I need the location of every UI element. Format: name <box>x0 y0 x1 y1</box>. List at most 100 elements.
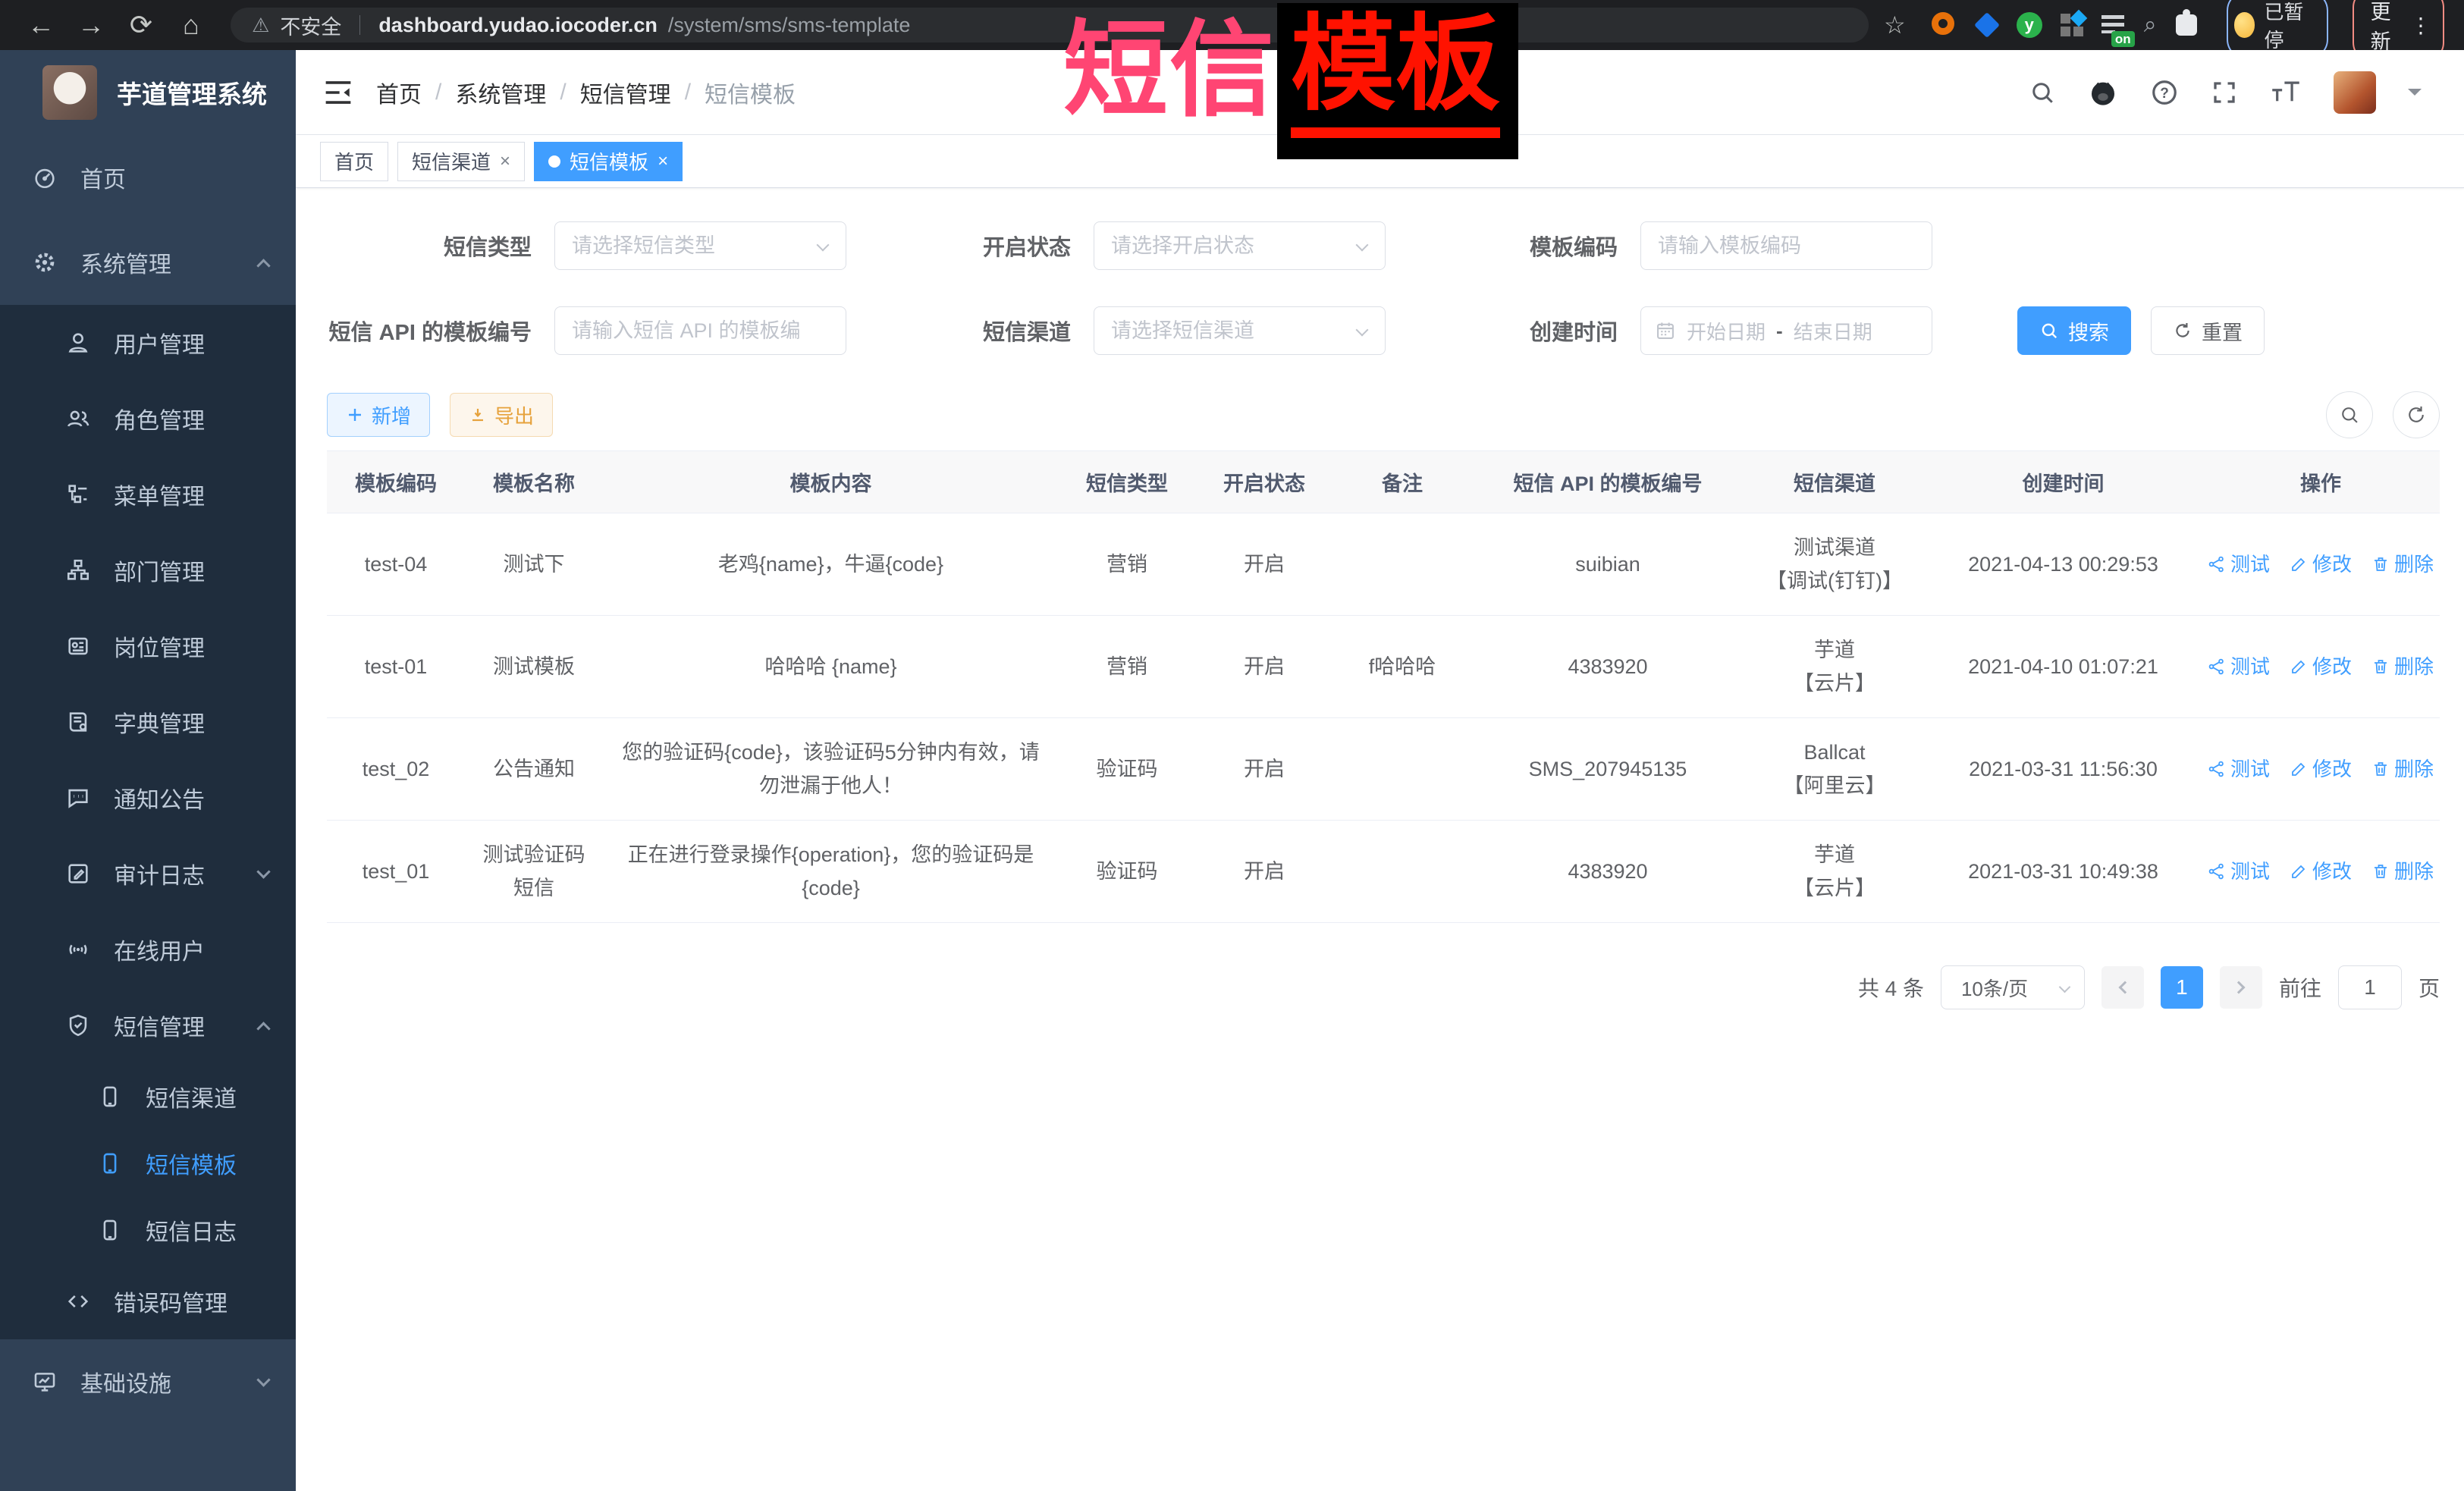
show-search-button[interactable] <box>2326 391 2373 438</box>
help-icon[interactable]: ? <box>2150 78 2179 107</box>
table-header-row: 模板编码 模板名称 模板内容 短信类型 开启状态 备注 短信 API 的模板编号… <box>327 451 2440 513</box>
channel-select[interactable] <box>1094 306 1386 355</box>
sidebar-item-home[interactable]: 首页 <box>0 135 296 220</box>
sidebar-item-posts[interactable]: 岗位管理 <box>0 608 296 684</box>
browser-toolbar: ← → ⟳ ⌂ ⚠ 不安全 dashboard.yudao.iocoder.cn… <box>0 0 2464 50</box>
total-count: 共 4 条 <box>1858 972 1924 1003</box>
sidebar-item-error-code[interactable]: 错误码管理 <box>0 1263 296 1339</box>
refresh-table-button[interactable] <box>2393 391 2440 438</box>
sidebar-item-infrastructure[interactable]: 基础设施 <box>0 1339 296 1424</box>
edit-link[interactable]: 修改 <box>2290 548 2352 581</box>
trash-icon <box>2371 555 2390 573</box>
breadcrumb-item[interactable]: 短信管理 <box>580 76 671 109</box>
sidebar-item-audit-log[interactable]: 审计日志 <box>0 836 296 912</box>
extension-list-icon[interactable]: on <box>2101 12 2127 38</box>
user-avatar[interactable] <box>2334 71 2376 114</box>
page-size-select[interactable]: 10条/页 <box>1941 965 2085 1009</box>
delete-link[interactable]: 删除 <box>2371 752 2434 786</box>
sidebar-collapse-icon[interactable] <box>323 79 353 106</box>
browser-menu-icon[interactable]: ⋮ <box>2410 13 2432 38</box>
current-page-button[interactable]: 1 <box>2161 966 2203 1009</box>
delete-link[interactable]: 删除 <box>2371 650 2434 683</box>
gear-icon <box>32 250 58 275</box>
font-size-icon[interactable] <box>2270 79 2302 106</box>
browser-back-icon[interactable]: ← <box>20 11 62 39</box>
sidebar-item-departments[interactable]: 部门管理 <box>0 532 296 608</box>
edit-icon <box>2290 658 2308 676</box>
export-button[interactable]: 导出 <box>450 393 553 437</box>
extension-icons: y on ⌕ <box>1932 12 2199 38</box>
chevron-right-icon <box>2232 981 2245 994</box>
sidebar-logo[interactable]: 芋道管理系统 <box>0 50 296 135</box>
sidebar-item-notice[interactable]: 通知公告 <box>0 760 296 836</box>
avatar-caret-icon[interactable] <box>2408 89 2422 102</box>
reset-button[interactable]: 重置 <box>2151 306 2265 355</box>
extension-puzzle-icon[interactable] <box>2174 12 2199 38</box>
github-icon[interactable] <box>2088 77 2118 108</box>
edit-link[interactable]: 修改 <box>2290 855 2352 888</box>
goto-page-input[interactable] <box>2338 965 2402 1009</box>
sidebar-item-sms[interactable]: 短信管理 <box>0 987 296 1063</box>
close-icon[interactable]: × <box>500 151 510 172</box>
search-button[interactable]: 搜索 <box>2017 306 2131 355</box>
browser-home-icon[interactable]: ⌂ <box>170 11 212 39</box>
sidebar-item-users[interactable]: 用户管理 <box>0 305 296 381</box>
fullscreen-icon[interactable] <box>2211 79 2238 106</box>
close-icon[interactable]: × <box>658 151 668 172</box>
extension-grid-icon[interactable] <box>2059 12 2085 38</box>
url-divider <box>359 15 360 35</box>
date-range-picker[interactable]: 开始日期 - 结束日期 <box>1640 306 1932 355</box>
api-template-code-input[interactable] <box>554 306 846 355</box>
next-page-button[interactable] <box>2220 966 2262 1009</box>
table-row: test_01 测试验证码短信 正在进行登录操作{operation}，您的验证… <box>327 821 2440 923</box>
sms-type-select[interactable] <box>554 221 846 270</box>
sidebar-item-online-users[interactable]: 在线用户 <box>0 912 296 987</box>
delete-link[interactable]: 删除 <box>2371 548 2434 581</box>
sidebar-item-menus[interactable]: 菜单管理 <box>0 457 296 532</box>
edit-link[interactable]: 修改 <box>2290 752 2352 786</box>
test-link[interactable]: 测试 <box>2208 650 2270 683</box>
date-start-placeholder: 开始日期 <box>1687 317 1766 345</box>
prev-page-button[interactable] <box>2101 966 2144 1009</box>
sidebar-item-dict[interactable]: 字典管理 <box>0 684 296 760</box>
search-icon[interactable] <box>2029 79 2056 106</box>
edit-link[interactable]: 修改 <box>2290 650 2352 683</box>
browser-reload-icon[interactable]: ⟳ <box>120 11 162 39</box>
extension-magnifier-icon[interactable]: ⌕ <box>2144 12 2157 38</box>
template-code-input[interactable] <box>1640 221 1932 270</box>
browser-forward-icon[interactable]: → <box>70 11 112 39</box>
bookmark-star-icon[interactable]: ☆ <box>1884 11 1906 39</box>
sidebar-item-sms-template[interactable]: 短信模板 <box>0 1130 296 1197</box>
col-header: 模板内容 <box>603 451 1059 513</box>
delete-link[interactable]: 删除 <box>2371 855 2434 888</box>
tab-home[interactable]: 首页 <box>320 142 388 181</box>
test-link[interactable]: 测试 <box>2208 548 2270 581</box>
extension-y-icon[interactable]: y <box>2017 12 2042 38</box>
sidebar-item-roles[interactable]: 角色管理 <box>0 381 296 457</box>
add-button[interactable]: 新增 <box>327 393 430 437</box>
profile-avatar <box>2234 12 2255 38</box>
tab-sms-channel[interactable]: 短信渠道 × <box>397 142 525 181</box>
tab-sms-template[interactable]: 短信模板 × <box>534 142 683 181</box>
col-header: 模板编码 <box>327 451 465 513</box>
test-link[interactable]: 测试 <box>2208 752 2270 786</box>
extension-ring-icon[interactable] <box>1932 12 1957 38</box>
phone-icon <box>97 1150 123 1176</box>
filter-label: 开启状态 <box>957 230 1071 262</box>
phone-icon <box>97 1217 123 1243</box>
status-select[interactable] <box>1094 221 1386 270</box>
active-dot-icon <box>548 155 560 168</box>
sidebar-item-sms-channel[interactable]: 短信渠道 <box>0 1063 296 1130</box>
col-header: 备注 <box>1333 451 1471 513</box>
test-link[interactable]: 测试 <box>2208 855 2270 888</box>
breadcrumb-item[interactable]: 系统管理 <box>455 76 546 109</box>
extension-pin-icon[interactable] <box>1974 12 2000 38</box>
sidebar-item-system[interactable]: 系统管理 <box>0 220 296 305</box>
url-bar[interactable]: ⚠ 不安全 dashboard.yudao.iocoder.cn/system/… <box>231 8 1869 42</box>
breadcrumb-item[interactable]: 首页 <box>376 76 422 109</box>
plus-icon <box>346 406 364 424</box>
header-actions: ? <box>2029 71 2422 114</box>
edit-square-icon <box>65 861 91 887</box>
sidebar-item-sms-log[interactable]: 短信日志 <box>0 1197 296 1263</box>
table-row: test_02 公告通知 您的验证码{code}，该验证码5分钟内有效，请勿泄漏… <box>327 718 2440 821</box>
